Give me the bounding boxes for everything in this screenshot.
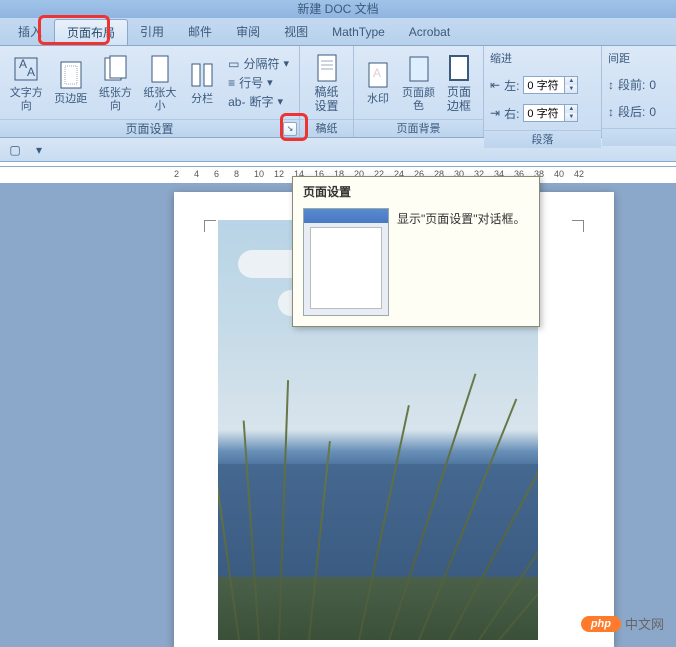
- up-arrow-icon[interactable]: ▲: [565, 105, 577, 113]
- margins-button[interactable]: 页边距: [51, 57, 92, 108]
- page-color-button[interactable]: 页面颜色: [400, 51, 437, 115]
- watermark-button[interactable]: A 水印: [360, 57, 396, 108]
- ruler-tick: 8: [234, 169, 239, 179]
- spacing-before-icon: ↕: [608, 78, 614, 92]
- manuscript-settings-button[interactable]: 稿纸设置: [306, 50, 347, 116]
- group-manuscript: 稿纸设置 稿纸: [300, 46, 354, 137]
- text-direction-button[interactable]: AA 文字方向: [6, 51, 47, 115]
- tab-mailings[interactable]: 邮件: [176, 19, 224, 44]
- doc-title: 新建 DOC 文档: [297, 2, 378, 16]
- size-icon: [144, 53, 176, 85]
- tooltip-title: 页面设置: [293, 177, 539, 204]
- text-direction-icon: AA: [10, 53, 42, 85]
- down-arrow-icon[interactable]: ▼: [565, 85, 577, 93]
- group-label-page-setup: 页面设置: [0, 119, 299, 137]
- indent-right-icon: ⇥: [490, 106, 500, 120]
- spacing-heading: 间距: [608, 50, 630, 66]
- indent-heading: 缩进: [490, 50, 512, 66]
- line-numbers-button[interactable]: ≡行号 ▾: [228, 74, 289, 91]
- columns-icon: [186, 59, 218, 91]
- hyphenation-icon: ab‑: [228, 95, 245, 109]
- site-watermark: php 中文网: [581, 614, 664, 633]
- up-arrow-icon[interactable]: ▲: [565, 77, 577, 85]
- spacing-after-row: ↕ 段后: 0: [608, 103, 656, 120]
- watermark-text: 中文网: [625, 614, 664, 633]
- orientation-icon: [99, 53, 131, 85]
- columns-button[interactable]: 分栏: [184, 57, 220, 108]
- margin-corner-tl: [204, 220, 216, 232]
- group-indent: 缩进 ⇤ 左: ▲▼ ⇥ 右: ▲▼ 段落: [484, 46, 602, 137]
- ruler-tick: 42: [574, 169, 584, 179]
- spacing-after-icon: ↕: [608, 105, 614, 119]
- tab-page-layout[interactable]: 页面布局: [54, 19, 128, 45]
- down-arrow-icon[interactable]: ▼: [565, 113, 577, 121]
- tab-mathtype[interactable]: MathType: [320, 21, 397, 43]
- group-label-background: 页面背景: [354, 119, 483, 137]
- ruler-tick: 2: [174, 169, 179, 179]
- ribbon: AA 文字方向 页边距 纸张方向 纸张大小: [0, 46, 676, 138]
- svg-text:A: A: [27, 65, 35, 79]
- manuscript-icon: [311, 52, 343, 84]
- indent-right-input[interactable]: [524, 107, 564, 119]
- group-spacing: 间距 ↕ 段前: 0 ↕ 段后: 0: [602, 46, 676, 137]
- margin-corner-tr: [572, 220, 584, 232]
- page-setup-small: ▭分隔符 ▾ ≡行号 ▾ ab‑断字 ▾: [224, 53, 293, 112]
- hyphenation-button[interactable]: ab‑断字 ▾: [228, 93, 289, 110]
- indent-left-icon: ⇤: [490, 78, 500, 92]
- tab-insert[interactable]: 插入: [6, 19, 54, 44]
- page-borders-button[interactable]: 页面边框: [441, 50, 477, 116]
- tooltip-preview-image: [303, 208, 389, 316]
- group-label-paragraph: 段落: [484, 130, 601, 148]
- margins-icon: [55, 59, 87, 91]
- qat-doc-icon[interactable]: ▢: [6, 141, 24, 159]
- ruler-tick: 4: [194, 169, 199, 179]
- line-numbers-icon: ≡: [228, 76, 235, 90]
- orientation-button[interactable]: 纸张方向: [95, 51, 136, 115]
- indent-left-row: ⇤ 左: ▲▼: [490, 76, 578, 94]
- group-page-background: A 水印 页面颜色 页面边框 页面背景: [354, 46, 484, 137]
- svg-text:A: A: [373, 66, 381, 80]
- tab-acrobat[interactable]: Acrobat: [397, 21, 462, 43]
- breaks-icon: ▭: [228, 57, 239, 71]
- ruler-tick: 6: [214, 169, 219, 179]
- size-button[interactable]: 纸张大小: [140, 51, 181, 115]
- indent-right-spinner[interactable]: ▲▼: [523, 104, 578, 122]
- page-setup-launcher[interactable]: [283, 122, 297, 136]
- breaks-button[interactable]: ▭分隔符 ▾: [228, 55, 289, 72]
- tab-review[interactable]: 审阅: [224, 19, 272, 44]
- group-label-manuscript: 稿纸: [300, 119, 353, 137]
- svg-text:A: A: [19, 57, 27, 71]
- spacing-before-row: ↕ 段前: 0: [608, 76, 656, 93]
- tooltip-text: 显示"页面设置"对话框。: [397, 208, 529, 316]
- indent-left-input[interactable]: [524, 79, 564, 91]
- indent-left-spinner[interactable]: ▲▼: [523, 76, 578, 94]
- title-bar: 新建 DOC 文档: [0, 0, 676, 18]
- tab-references[interactable]: 引用: [128, 19, 176, 44]
- watermark-pill: php: [581, 616, 621, 632]
- ruler-tick: 10: [254, 169, 264, 179]
- ribbon-tabs: 插入 页面布局 引用 邮件 审阅 视图 MathType Acrobat: [0, 18, 676, 46]
- indent-right-row: ⇥ 右: ▲▼: [490, 104, 578, 122]
- page-color-icon: [403, 53, 435, 85]
- group-page-setup: AA 文字方向 页边距 纸张方向 纸张大小: [0, 46, 300, 137]
- page-setup-tooltip: 页面设置 显示"页面设置"对话框。: [292, 176, 540, 327]
- ruler-tick: 12: [274, 169, 284, 179]
- ruler-tick: 40: [554, 169, 564, 179]
- qat-dropdown-icon[interactable]: ▾: [30, 141, 48, 159]
- tab-view[interactable]: 视图: [272, 19, 320, 44]
- page-borders-icon: [443, 52, 475, 84]
- watermark-icon: A: [362, 59, 394, 91]
